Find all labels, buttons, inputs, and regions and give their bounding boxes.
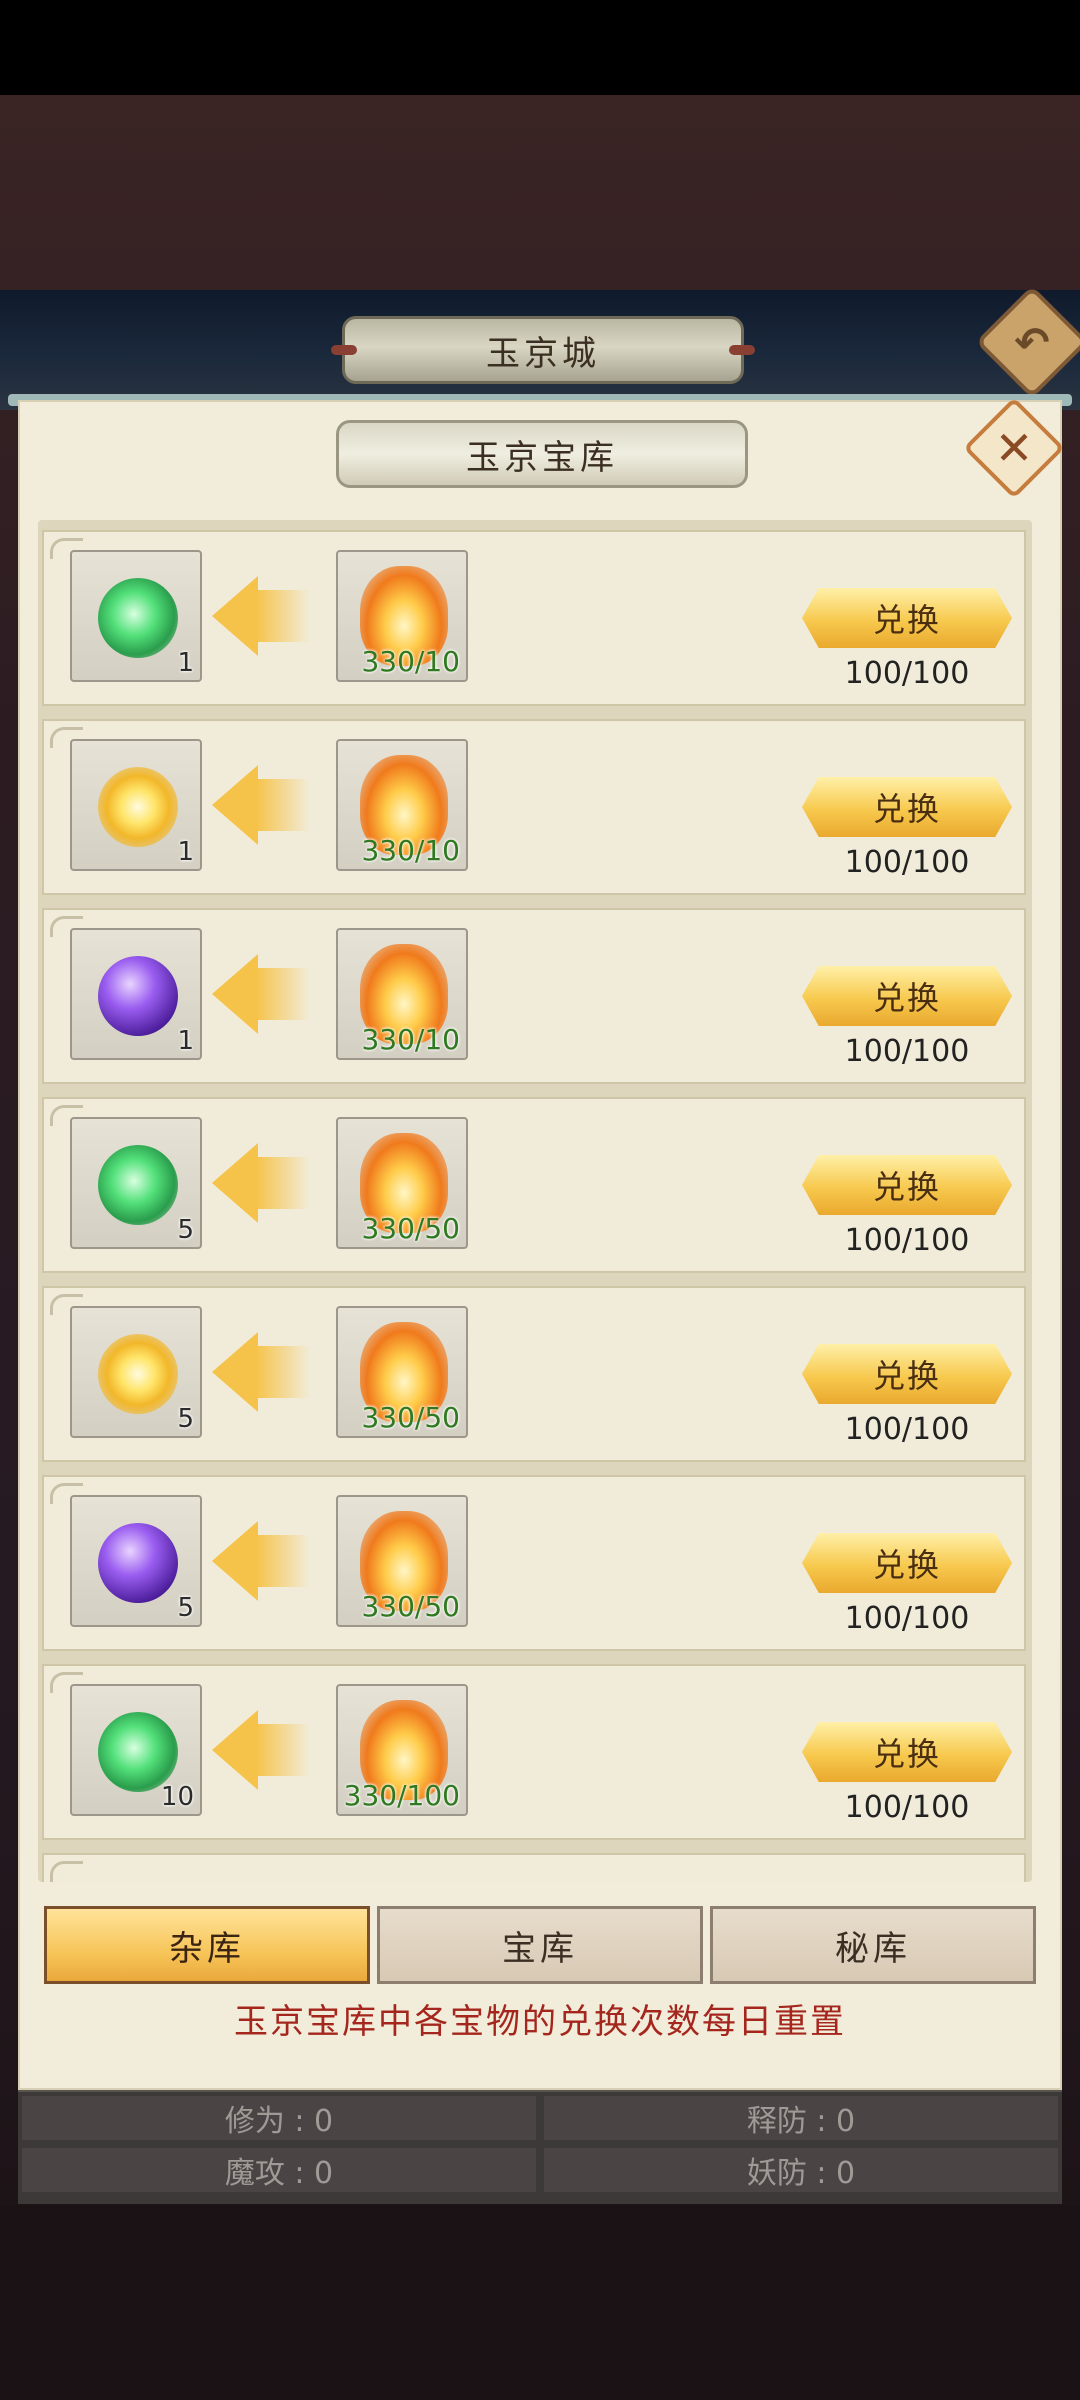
cost-amount: 330/50 (361, 1401, 460, 1434)
reward-item-slot[interactable]: 5 (70, 1117, 202, 1249)
reward-item-slot[interactable]: 10 (70, 1684, 202, 1816)
exchange-row: 5 330/50 兑换 100/100 (42, 1286, 1026, 1462)
golden-spark-icon (98, 1334, 178, 1414)
exchange-arrow-icon (212, 1332, 258, 1412)
exchange-row: 1 330/10 兑换 100/100 (42, 719, 1026, 895)
cost-item-slot[interactable]: 330/10 (336, 739, 468, 871)
city-title: 玉京城 (486, 333, 600, 374)
reward-quantity: 1 (177, 1026, 194, 1056)
exchange-limit: 100/100 (844, 1790, 970, 1825)
city-title-banner: 玉京城 (331, 316, 755, 384)
back-arrow-icon: ↶ (1014, 317, 1050, 367)
green-spirit-orb-icon (98, 1145, 178, 1225)
exchange-arrow-icon (212, 1521, 258, 1601)
status-bar-area (0, 0, 1080, 95)
tab-treasure-vault[interactable]: 宝库 (377, 1906, 703, 1984)
tab-secret-vault[interactable]: 秘库 (710, 1906, 1036, 1984)
reward-item-slot[interactable]: 5 (70, 1306, 202, 1438)
reward-quantity: 1 (177, 648, 194, 678)
exchange-limit: 100/100 (844, 656, 970, 691)
exchange-limit: 100/100 (844, 845, 970, 880)
cost-item-slot[interactable]: 330/10 (336, 928, 468, 1060)
exchange-limit: 100/100 (844, 1223, 970, 1258)
reward-quantity: 1 (177, 837, 194, 867)
treasury-tabs: 杂库 宝库 秘库 (44, 1906, 1036, 1984)
exchange-limit: 100/100 (844, 1412, 970, 1447)
exchange-arrow-icon (212, 765, 258, 845)
exchange-button[interactable]: 兑换 (802, 966, 1012, 1026)
cost-amount: 330/10 (361, 645, 460, 678)
corner-ornament (50, 1861, 83, 1882)
exchange-row: 5 330/50 兑换 100/100 (42, 1097, 1026, 1273)
cost-item-slot[interactable]: 330/50 (336, 1495, 468, 1627)
reset-notice: 玉京宝库中各宝物的兑换次数每日重置 (234, 2002, 846, 2042)
cost-item-slot[interactable]: 330/50 (336, 1306, 468, 1438)
exchange-arrow-tail (256, 1535, 310, 1587)
purple-orb-icon (98, 1523, 178, 1603)
exchange-limit: 100/100 (844, 1034, 970, 1069)
exchange-button[interactable]: 兑换 (802, 1533, 1012, 1593)
tab-misc-vault[interactable]: 杂库 (44, 1906, 370, 1984)
stat-demon-defense: 妖防 : 0 (544, 2148, 1058, 2192)
close-x-icon: ✕ (994, 421, 1034, 475)
exchange-arrow-tail (256, 779, 310, 831)
cost-item-slot[interactable]: 330/10 (336, 550, 468, 682)
banner-pin-right (729, 345, 755, 355)
exchange-list[interactable]: 1 330/10 兑换 100/100 1 330/10 兑换 100/100 … (38, 520, 1032, 1882)
cost-amount: 330/10 (361, 834, 460, 867)
exchange-arrow-tail (256, 1724, 310, 1776)
cost-amount: 330/10 (361, 1023, 460, 1056)
exchange-arrow-icon (212, 954, 258, 1034)
exchange-arrow-icon (212, 1143, 258, 1223)
exchange-button[interactable]: 兑换 (802, 777, 1012, 837)
exchange-row: 5 330/50 兑换 100/100 (42, 1475, 1026, 1651)
exchange-row: 1 330/10 兑换 100/100 (42, 908, 1026, 1084)
exchange-arrow-icon (212, 576, 258, 656)
exchange-arrow-icon (212, 1710, 258, 1790)
exchange-row: 10 330/100 兑换 100/100 (42, 1664, 1026, 1840)
cost-amount: 330/50 (361, 1590, 460, 1623)
reward-quantity: 5 (177, 1215, 194, 1245)
exchange-row-partial (42, 1853, 1026, 1882)
green-spirit-orb-icon (98, 1712, 178, 1792)
cost-item-slot[interactable]: 330/100 (336, 1684, 468, 1816)
panel-title-banner: 玉京宝库 (336, 420, 748, 488)
exchange-button[interactable]: 兑换 (802, 1344, 1012, 1404)
banner-pin-left (331, 345, 357, 355)
reward-item-slot[interactable]: 5 (70, 1495, 202, 1627)
stat-magic-attack: 魔攻 : 0 (22, 2148, 536, 2192)
exchange-arrow-tail (256, 968, 310, 1020)
reward-item-slot[interactable]: 1 (70, 739, 202, 871)
cost-amount: 330/50 (361, 1212, 460, 1245)
cost-item-slot[interactable]: 330/50 (336, 1117, 468, 1249)
reward-quantity: 10 (160, 1782, 194, 1812)
exchange-row: 1 330/10 兑换 100/100 (42, 530, 1026, 706)
stat-cultivation: 修为 : 0 (22, 2096, 536, 2140)
cost-amount: 330/100 (343, 1779, 460, 1812)
stats-panel: 修为 : 0 释防 : 0 魔攻 : 0 妖防 : 0 (18, 2090, 1062, 2204)
exchange-arrow-tail (256, 1346, 310, 1398)
reward-quantity: 5 (177, 1593, 194, 1623)
purple-orb-icon (98, 956, 178, 1036)
golden-spark-icon (98, 767, 178, 847)
exchange-button[interactable]: 兑换 (802, 1155, 1012, 1215)
exchange-button[interactable]: 兑换 (802, 588, 1012, 648)
green-spirit-orb-icon (98, 578, 178, 658)
panel-title: 玉京宝库 (466, 437, 618, 478)
exchange-arrow-tail (256, 1157, 310, 1209)
reward-item-slot[interactable]: 1 (70, 928, 202, 1060)
exchange-button[interactable]: 兑换 (802, 1722, 1012, 1782)
reward-quantity: 5 (177, 1404, 194, 1434)
stat-release-defense: 释防 : 0 (544, 2096, 1058, 2140)
reward-item-slot[interactable]: 1 (70, 550, 202, 682)
exchange-limit: 100/100 (844, 1601, 970, 1636)
exchange-arrow-tail (256, 590, 310, 642)
bottom-background (0, 2205, 1080, 2400)
